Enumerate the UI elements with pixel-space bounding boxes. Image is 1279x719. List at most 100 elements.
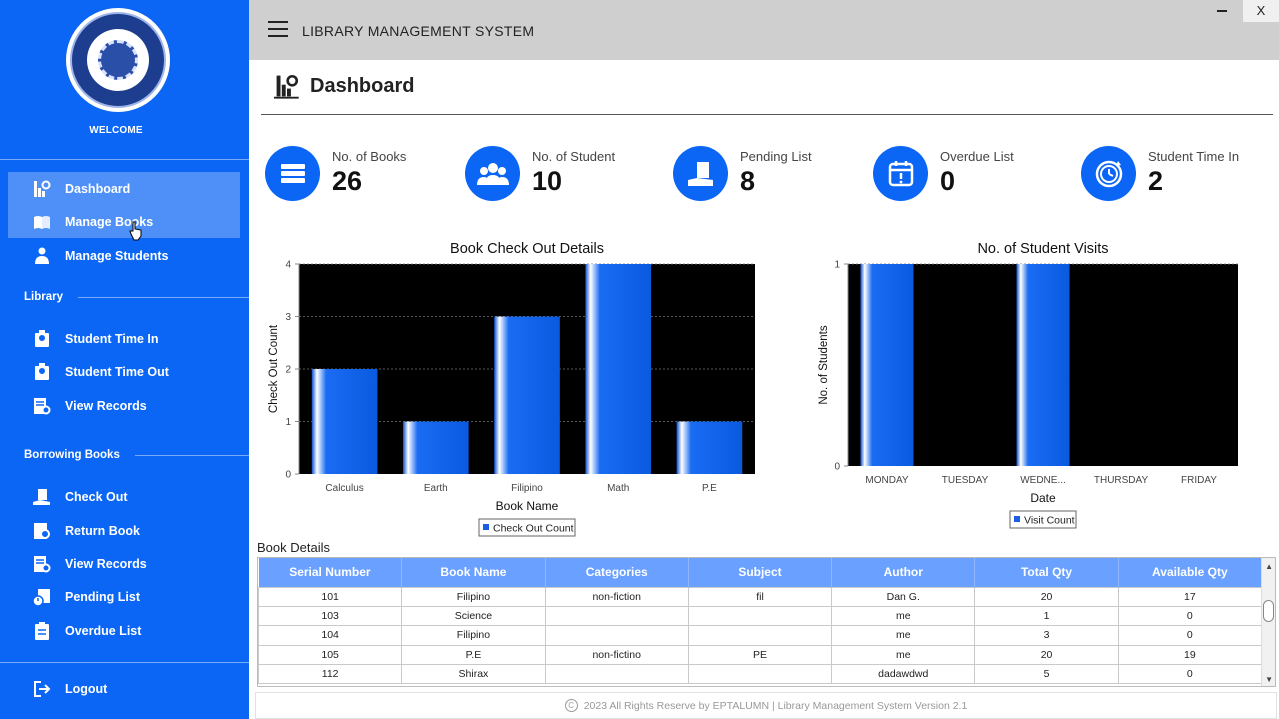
logout-button[interactable]: Logout bbox=[8, 672, 240, 705]
sidebar-item-return-book[interactable]: Return Book bbox=[8, 514, 240, 547]
app-title: LIBRARY MANAGEMENT SYSTEM bbox=[302, 23, 535, 39]
table-cell: 5 bbox=[974, 664, 1119, 685]
table-cell: me bbox=[831, 644, 976, 666]
scroll-up-icon[interactable]: ▲ bbox=[1265, 562, 1273, 571]
table-scrollbar[interactable]: ▲ ▼ bbox=[1261, 558, 1275, 686]
table-row[interactable]: 104 Filipino me 3 0 bbox=[258, 625, 1263, 646]
x-axis-label: Book Name bbox=[496, 499, 559, 513]
table-cell: 101 bbox=[258, 586, 403, 607]
table-row[interactable]: 105 P.E non-fictino PE me 20 19 bbox=[258, 644, 1263, 666]
stat-card-time-in: Student Time In 2 bbox=[1081, 146, 1261, 206]
book-icon bbox=[32, 212, 52, 232]
pending-icon bbox=[32, 587, 52, 607]
column-header[interactable]: Available Qty bbox=[1118, 558, 1263, 587]
sidebar-item-label: Dashboard bbox=[65, 181, 131, 196]
table-cell: 20 bbox=[974, 644, 1119, 666]
stat-value: 0 bbox=[940, 166, 956, 196]
table-cell bbox=[544, 664, 689, 685]
sidebar-item-manage-books[interactable]: Manage Books bbox=[8, 205, 240, 238]
y-axis-label: No. of Students bbox=[818, 325, 830, 405]
bar bbox=[311, 369, 378, 474]
calendar-alert-icon bbox=[873, 146, 928, 201]
top-bar: LIBRARY MANAGEMENT SYSTEM X bbox=[249, 0, 1279, 60]
table-cell: PE bbox=[687, 644, 833, 666]
sidebar-item-student-time-out[interactable]: Student Time Out bbox=[8, 355, 240, 388]
column-header[interactable]: Serial Number bbox=[258, 558, 403, 587]
table-cell: 112 bbox=[258, 664, 403, 685]
welcome-label: WELCOME bbox=[89, 125, 143, 136]
table-cell: me bbox=[831, 625, 976, 646]
table-cell: Shirax bbox=[401, 664, 546, 685]
sidebar-item-label: View Records bbox=[65, 398, 147, 413]
scrollbar-thumb[interactable] bbox=[1263, 600, 1274, 622]
column-header[interactable]: Author bbox=[831, 558, 976, 587]
app-window: WELCOME Dashboard Manage Books Manage St… bbox=[0, 0, 1279, 719]
stat-value: 26 bbox=[332, 166, 363, 196]
y-axis-label: Check Out Count bbox=[268, 324, 280, 413]
table-cell bbox=[544, 605, 689, 627]
x-tick-label: Calculus bbox=[325, 483, 363, 494]
x-tick-label: TUESDAY bbox=[942, 475, 989, 486]
chart-title: No. of Student Visits bbox=[977, 241, 1108, 257]
stat-label: No. of Student bbox=[532, 149, 616, 164]
y-tick-label: 1 bbox=[834, 260, 840, 271]
section-label-borrowing: Borrowing Books bbox=[24, 449, 120, 461]
column-header[interactable]: Categories bbox=[545, 558, 689, 587]
sidebar-item-manage-students[interactable]: Manage Students bbox=[8, 239, 240, 272]
section-divider bbox=[135, 455, 249, 456]
column-header[interactable]: Subject bbox=[688, 558, 833, 587]
table-cell: Dan G. bbox=[831, 586, 976, 607]
table-cell: 0 bbox=[1117, 664, 1263, 685]
sidebar-item-view-records-borrowing[interactable]: View Records bbox=[8, 547, 240, 580]
minimize-button[interactable] bbox=[1215, 2, 1229, 16]
y-tick-label: 1 bbox=[285, 417, 291, 428]
section-label-library: Library bbox=[24, 291, 63, 303]
dashboard-icon bbox=[32, 179, 52, 199]
sidebar-item-label: Return Book bbox=[65, 523, 140, 538]
table-row[interactable]: 112 Shirax dadawdwd 5 0 bbox=[258, 664, 1263, 685]
scroll-down-icon[interactable]: ▼ bbox=[1265, 675, 1273, 684]
sidebar: WELCOME Dashboard Manage Books Manage St… bbox=[0, 0, 249, 719]
sidebar-item-overdue-list[interactable]: Overdue List bbox=[8, 614, 240, 647]
stat-label: No. of Books bbox=[332, 149, 407, 164]
x-tick-label: THURSDAY bbox=[1094, 475, 1149, 486]
table-header-row: Serial Number Book Name Categories Subject A… bbox=[258, 558, 1263, 587]
table-row[interactable]: 103 Science me 1 0 bbox=[258, 605, 1263, 627]
sidebar-item-student-time-in[interactable]: Student Time In bbox=[8, 322, 240, 355]
hamburger-menu-icon[interactable] bbox=[268, 21, 288, 37]
legend-swatch bbox=[483, 524, 489, 530]
legend-label: Visit Count bbox=[1024, 515, 1075, 527]
x-tick-label: P.E bbox=[702, 483, 717, 494]
table-cell: 17 bbox=[1117, 586, 1263, 607]
table-caption: Book Details bbox=[257, 540, 330, 555]
copyright-icon: C bbox=[564, 699, 578, 712]
clock-icon bbox=[1081, 146, 1136, 201]
stat-label: Overdue List bbox=[940, 149, 1014, 164]
sidebar-item-pending-list[interactable]: Pending List bbox=[8, 580, 240, 613]
logout-label: Logout bbox=[65, 681, 108, 696]
table-row[interactable]: 101 Filipino non-fiction fil Dan G. 20 17 bbox=[258, 586, 1263, 607]
legend-label: Check Out Count bbox=[493, 523, 574, 535]
visits-chart: No. of Student Visits 0 1 MONDAY TUESDAY WEDN… bbox=[818, 241, 1238, 529]
sidebar-item-label: Pending List bbox=[65, 589, 140, 604]
table-cell: 19 bbox=[1117, 644, 1263, 666]
column-header[interactable]: Book Name bbox=[401, 558, 546, 587]
sidebar-item-dashboard[interactable]: Dashboard bbox=[8, 172, 240, 205]
table-cell: 0 bbox=[1117, 625, 1263, 646]
sidebar-item-check-out[interactable]: Check Out bbox=[8, 480, 240, 513]
stat-label: Student Time In bbox=[1148, 149, 1240, 164]
y-tick-label: 0 bbox=[285, 470, 291, 481]
x-tick-label: Earth bbox=[424, 483, 448, 494]
close-button[interactable]: X bbox=[1243, 0, 1279, 22]
sidebar-item-view-records[interactable]: View Records bbox=[8, 389, 240, 422]
bar bbox=[860, 264, 914, 466]
section-divider bbox=[78, 297, 249, 298]
books-icon bbox=[265, 146, 320, 201]
x-tick-label: Math bbox=[607, 483, 629, 494]
bar bbox=[1016, 264, 1070, 466]
table-cell bbox=[687, 625, 833, 646]
footer-text: 2023 All Rights Reserve by EPTALUMN | Li… bbox=[583, 699, 968, 712]
table-cell: me bbox=[831, 605, 976, 627]
column-header[interactable]: Total Qty bbox=[974, 558, 1119, 587]
sidebar-item-label: Check Out bbox=[65, 489, 128, 504]
